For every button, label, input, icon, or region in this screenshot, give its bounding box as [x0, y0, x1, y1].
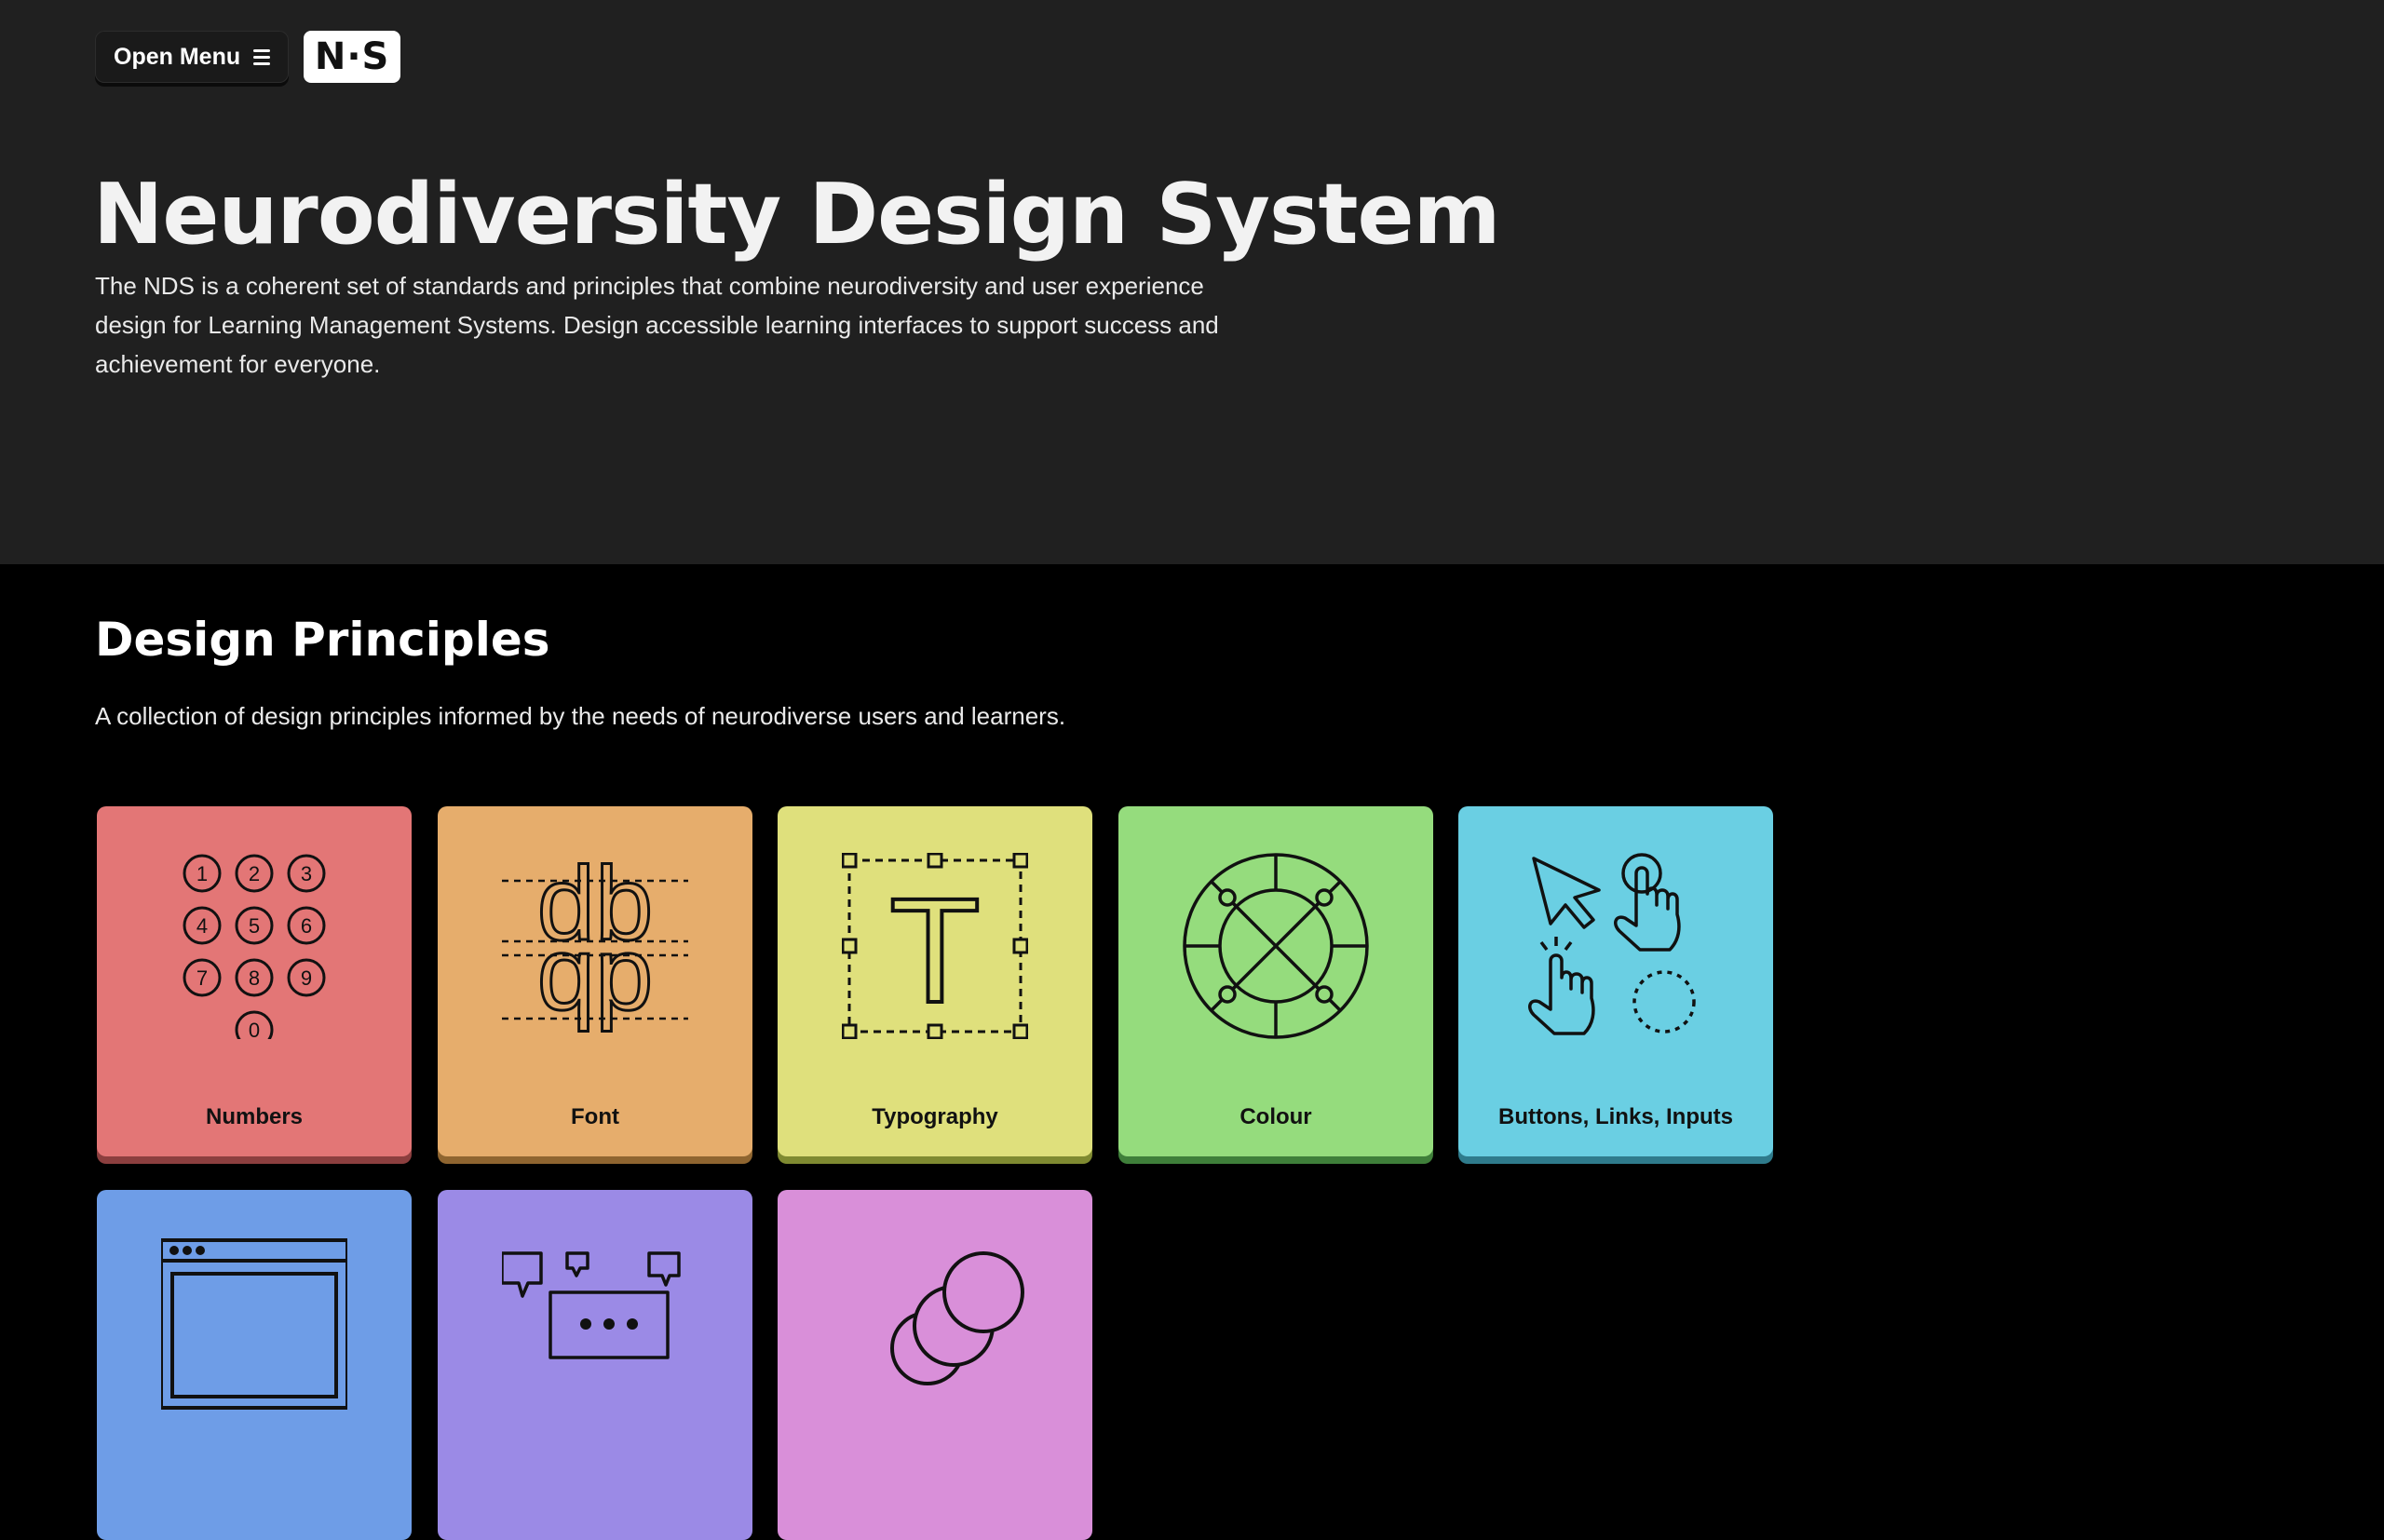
- number-keypad-icon: 1 2 3 4 5 6 7 8 9 0: [183, 854, 326, 1039]
- key-0: 0: [249, 1019, 260, 1039]
- circles-icon: [890, 1251, 1024, 1385]
- key-6: 6: [301, 914, 312, 938]
- card-label: Font: [571, 1104, 619, 1129]
- logo-text: N·S: [314, 35, 390, 78]
- open-menu-button[interactable]: Open Menu: [95, 31, 290, 83]
- card-label: Colour: [1239, 1104, 1312, 1129]
- principle-card-buttons-links-inputs[interactable]: Buttons, Links, Inputs: [1458, 806, 1773, 1156]
- principle-card-typography[interactable]: T Typography: [778, 806, 1092, 1156]
- pointer-hand-icon: [1528, 853, 1696, 1035]
- browser-window-icon: [161, 1238, 347, 1410]
- key-8: 8: [249, 966, 260, 990]
- open-menu-label: Open Menu: [114, 43, 241, 70]
- key-1: 1: [196, 862, 208, 885]
- section-title: Design Principles: [95, 613, 550, 667]
- key-4: 4: [196, 914, 208, 938]
- key-5: 5: [249, 914, 260, 938]
- speech-bubbles-icon: [502, 1251, 681, 1359]
- key-7: 7: [196, 966, 208, 990]
- text-box-icon: T: [842, 853, 1028, 1039]
- intro-text: The NDS is a coherent set of standards a…: [95, 272, 1219, 378]
- card-label: Buttons, Links, Inputs: [1498, 1104, 1733, 1129]
- principle-card-communication[interactable]: [438, 1190, 752, 1540]
- nds-logo[interactable]: N·S: [304, 31, 401, 83]
- colour-wheel-icon: [1183, 853, 1369, 1039]
- hero-section: Open Menu N·S Neurodiversity Design Syst…: [0, 0, 2384, 564]
- card-label: Typography: [872, 1104, 998, 1129]
- principle-card-pink[interactable]: [778, 1190, 1092, 1540]
- key-3: 3: [301, 862, 312, 885]
- section-description: A collection of design principles inform…: [95, 702, 1066, 730]
- font-glyphs-bottom: qp: [537, 915, 654, 1032]
- principle-card-numbers[interactable]: 1 2 3 4 5 6 7 8 9 0 Numbers: [97, 806, 412, 1156]
- key-2: 2: [249, 862, 260, 885]
- page-title: Neurodiversity Design System: [93, 166, 1500, 263]
- card-label: Numbers: [205, 1104, 304, 1129]
- principle-card-font[interactable]: db qp Font: [438, 806, 752, 1156]
- key-9: 9: [301, 966, 312, 990]
- principle-card-colour[interactable]: Colour: [1118, 806, 1433, 1156]
- hamburger-icon: [253, 48, 271, 65]
- font-letters-icon: db qp: [502, 853, 688, 1033]
- typo-glyph: T: [889, 867, 981, 1033]
- top-bar: Open Menu N·S: [95, 31, 401, 83]
- principle-card-layout[interactable]: [97, 1190, 412, 1540]
